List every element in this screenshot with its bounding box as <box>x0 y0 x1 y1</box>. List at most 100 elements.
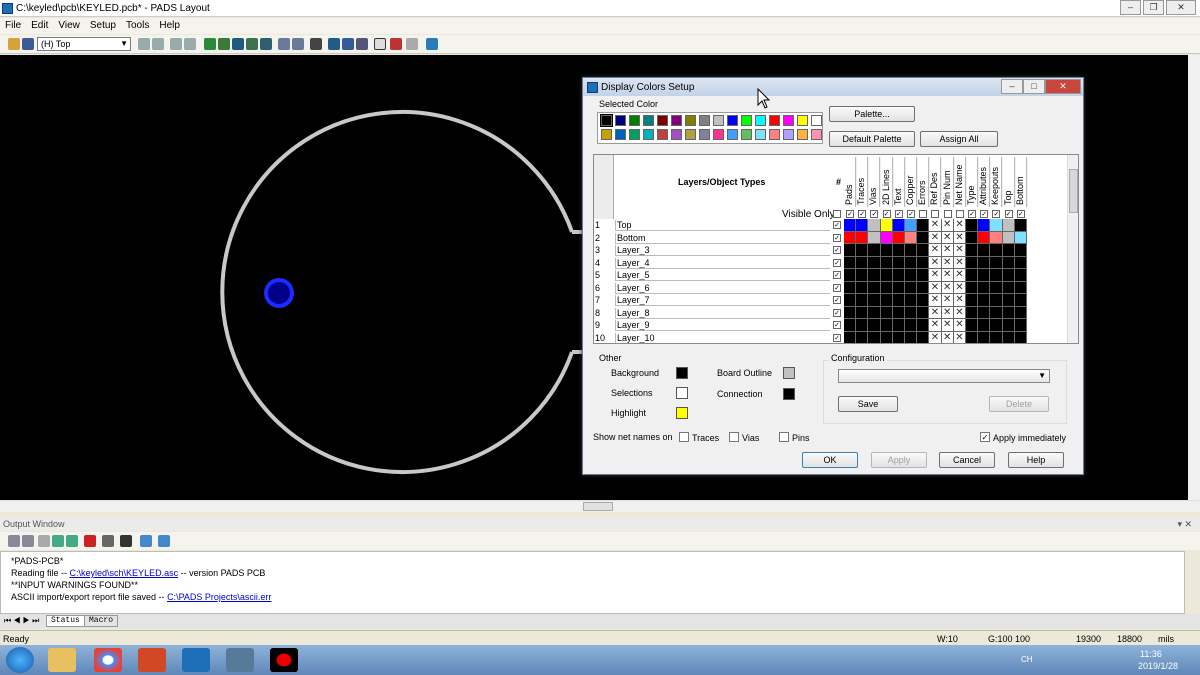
color-cell[interactable] <box>868 231 881 244</box>
color-cell[interactable] <box>990 331 1003 343</box>
layer-visible-checkbox[interactable]: ✓ <box>833 333 841 342</box>
color-cell-na[interactable]: ✕ <box>953 294 966 307</box>
visible-only-checkbox[interactable]: ✓ <box>894 210 903 218</box>
palette-swatch[interactable] <box>629 115 640 126</box>
grid-scrollbar[interactable] <box>1067 155 1078 343</box>
color-cell[interactable] <box>880 256 893 269</box>
palette-swatch[interactable] <box>727 129 738 140</box>
pins-checkbox[interactable] <box>779 432 789 442</box>
color-cell[interactable] <box>917 319 930 332</box>
assign-all-button[interactable]: Assign All <box>920 131 998 147</box>
ok-button[interactable]: OK <box>802 452 858 468</box>
vias-checkbox[interactable] <box>729 432 739 442</box>
color-cell[interactable] <box>856 294 869 307</box>
layer-row-name[interactable]: Top <box>615 220 830 231</box>
route-icon[interactable] <box>204 38 216 50</box>
palette-swatch[interactable] <box>615 129 626 140</box>
layer-row-name[interactable]: Layer_10 <box>615 332 830 343</box>
color-cell[interactable] <box>868 219 881 232</box>
macro-icon[interactable] <box>140 535 152 547</box>
tab-nav-icon[interactable]: ⏮ ◀ ▶ ⏭ <box>4 616 39 626</box>
color-cell[interactable] <box>844 319 857 332</box>
color-cell[interactable] <box>905 256 918 269</box>
cut-icon[interactable] <box>170 38 182 50</box>
color-cell[interactable] <box>905 219 918 232</box>
layer-row-name[interactable]: Layer_9 <box>615 320 830 331</box>
color-cell[interactable] <box>1002 244 1015 257</box>
color-cell[interactable] <box>892 269 905 282</box>
visible-only-checkbox[interactable]: ✓ <box>846 210 854 218</box>
color-cell-na[interactable]: ✕ <box>953 306 966 319</box>
clock-date[interactable]: 2019/1/28 <box>1138 661 1178 671</box>
visible-only-checkbox[interactable] <box>955 210 964 218</box>
background-swatch[interactable] <box>676 367 688 379</box>
menu-edit[interactable]: Edit <box>26 18 53 31</box>
color-cell[interactable] <box>880 281 893 294</box>
color-cell[interactable] <box>856 331 869 343</box>
layer-color-grid[interactable]: Layers/Object Types # Pads Traces Vias 2D L… <box>593 154 1079 344</box>
select-mode-icon[interactable] <box>374 38 386 50</box>
color-cell[interactable] <box>917 331 930 343</box>
color-cell-na[interactable]: ✕ <box>929 269 942 282</box>
powerpoint-icon[interactable] <box>138 648 166 672</box>
color-cell[interactable] <box>880 294 893 307</box>
color-cell[interactable] <box>905 269 918 282</box>
color-cell[interactable] <box>844 231 857 244</box>
color-cell[interactable] <box>868 306 881 319</box>
color-cell[interactable] <box>966 281 979 294</box>
configuration-select[interactable]: ▼ <box>838 369 1050 383</box>
color-cell-na[interactable]: ✕ <box>941 219 954 232</box>
color-cell[interactable] <box>990 244 1003 257</box>
color-cell-na[interactable]: ✕ <box>953 319 966 332</box>
undo-icon[interactable] <box>278 38 290 50</box>
color-cell[interactable] <box>880 331 893 343</box>
visible-only-hash-checkbox[interactable] <box>833 210 841 218</box>
color-cell[interactable] <box>892 331 905 343</box>
palette-swatch[interactable] <box>643 129 654 140</box>
color-cell[interactable] <box>892 219 905 232</box>
color-cell[interactable] <box>892 244 905 257</box>
color-cell-na[interactable]: ✕ <box>929 219 942 232</box>
color-cell[interactable] <box>905 281 918 294</box>
color-cell[interactable] <box>905 294 918 307</box>
palette-swatch[interactable] <box>671 129 682 140</box>
color-cell[interactable] <box>966 331 979 343</box>
color-cell[interactable] <box>917 219 930 232</box>
visible-only-checkbox[interactable]: ✓ <box>907 210 915 218</box>
color-cell[interactable] <box>978 269 991 282</box>
layer-visible-checkbox[interactable]: ✓ <box>833 221 841 229</box>
visible-only-checkbox[interactable]: ✓ <box>870 210 879 218</box>
color-cell[interactable] <box>990 294 1003 307</box>
color-cell[interactable] <box>892 319 905 332</box>
color-cell[interactable] <box>978 306 991 319</box>
palette-swatch[interactable] <box>783 129 794 140</box>
color-cell[interactable] <box>856 244 869 257</box>
color-cell[interactable] <box>1002 306 1015 319</box>
palette-swatch[interactable] <box>811 129 822 140</box>
color-cell[interactable] <box>990 219 1003 232</box>
palette-swatch[interactable] <box>685 115 696 126</box>
copy-icon[interactable] <box>138 38 150 50</box>
color-cell[interactable] <box>1014 294 1027 307</box>
color-cell[interactable] <box>905 244 918 257</box>
color-cell-na[interactable]: ✕ <box>929 244 942 257</box>
palette-swatch[interactable] <box>713 115 724 126</box>
dialog-minimize-icon[interactable]: – <box>1001 79 1023 94</box>
palette-swatch[interactable] <box>741 115 752 126</box>
color-cell[interactable] <box>990 269 1003 282</box>
help-button[interactable]: Help <box>1008 452 1064 468</box>
color-cell[interactable] <box>990 256 1003 269</box>
output-link-err[interactable]: C:\PADS Projects\ascii.err <box>167 592 271 602</box>
color-cell[interactable] <box>917 294 930 307</box>
color-cell-na[interactable]: ✕ <box>953 269 966 282</box>
color-cell[interactable] <box>856 231 869 244</box>
color-cell-na[interactable]: ✕ <box>941 331 954 343</box>
color-cell-na[interactable]: ✕ <box>941 294 954 307</box>
color-cell[interactable] <box>856 281 869 294</box>
ecogrid-icon[interactable] <box>246 38 258 50</box>
color-cell-na[interactable]: ✕ <box>941 244 954 257</box>
palette-swatch[interactable] <box>713 129 724 140</box>
output-link-asc[interactable]: C:\keyled\sch\KEYLED.asc <box>70 568 179 578</box>
start-icon[interactable] <box>6 647 34 673</box>
color-cell-na[interactable]: ✕ <box>953 231 966 244</box>
